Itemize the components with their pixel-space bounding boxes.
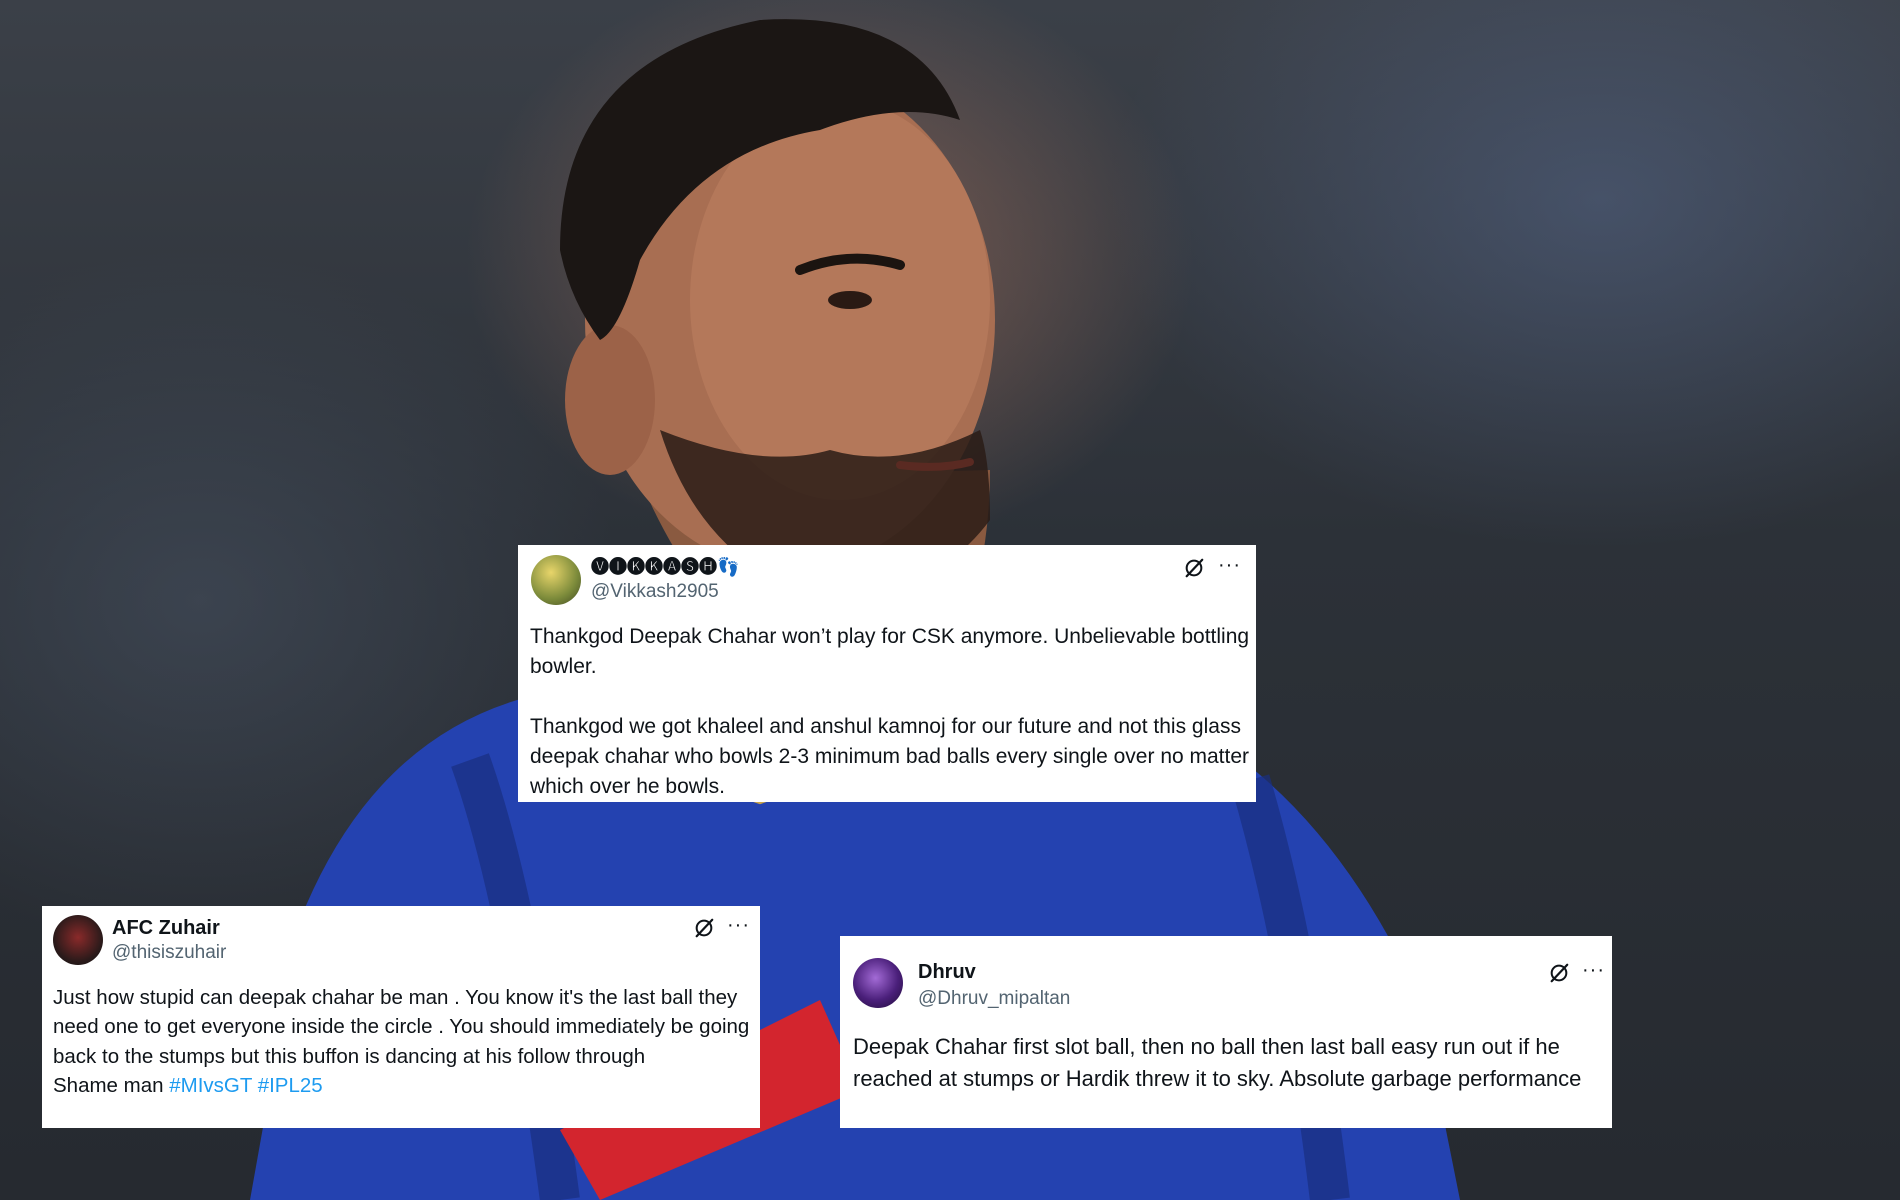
- user-handle[interactable]: @thisiszuhair: [112, 942, 226, 964]
- hashtag-links[interactable]: #MIvsGT #IPL25: [169, 1074, 322, 1097]
- tweet-text: Just how stupid can deepak chahar be man…: [53, 983, 753, 1101]
- display-name[interactable]: AFC Zuhair: [112, 917, 220, 940]
- avatar[interactable]: [853, 958, 903, 1008]
- tweet-text-body: Just how stupid can deepak chahar be man…: [53, 986, 750, 1098]
- grok-icon[interactable]: [1183, 557, 1205, 579]
- tweet-card: AFC Zuhair @thisiszuhair ··· Just how st…: [42, 906, 760, 1128]
- tweet-card: Dhruv @Dhruv_mipaltan ··· Deepak Chahar …: [840, 936, 1612, 1128]
- avatar[interactable]: [531, 555, 581, 605]
- more-options-icon[interactable]: ···: [727, 915, 750, 935]
- grok-icon[interactable]: [693, 917, 715, 939]
- grok-icon[interactable]: [1548, 962, 1570, 984]
- tweet-text: Deepak Chahar first slot ball, then no b…: [853, 1034, 1582, 1091]
- avatar[interactable]: [53, 915, 103, 965]
- more-options-icon[interactable]: ···: [1218, 555, 1241, 575]
- display-name[interactable]: Dhruv: [918, 961, 976, 984]
- display-name[interactable]: 🅥🅘🅚🅚🅐🅢🅗👣: [591, 553, 739, 579]
- tweet-card: 🅥🅘🅚🅚🅐🅢🅗👣 @Vikkash2905 ··· Thankgod Deepa…: [518, 545, 1256, 802]
- more-options-icon[interactable]: ···: [1582, 960, 1605, 980]
- tweet-text: Thankgod Deepak Chahar won’t play for CS…: [530, 625, 1250, 798]
- user-handle[interactable]: @Dhruv_mipaltan: [918, 988, 1070, 1010]
- user-handle[interactable]: @Vikkash2905: [591, 581, 719, 603]
